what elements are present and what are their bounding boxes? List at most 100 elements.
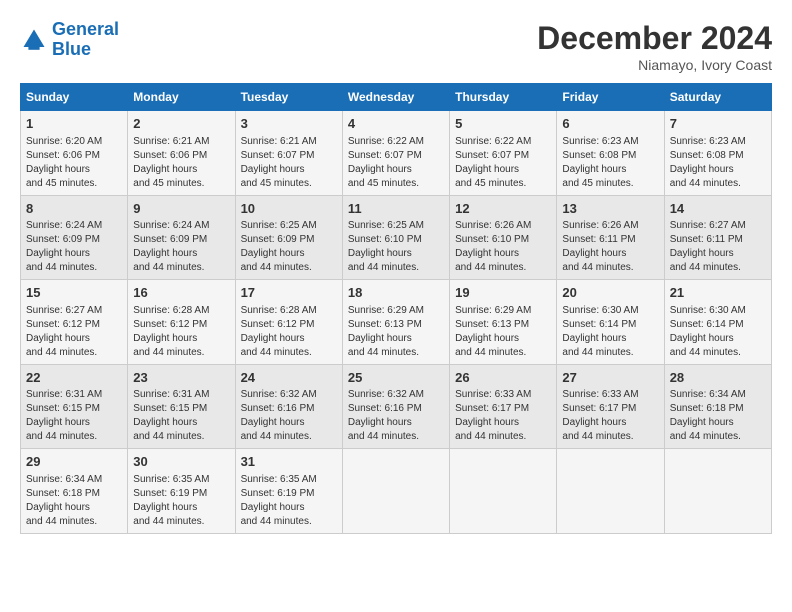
day-number: 29 bbox=[26, 453, 122, 471]
calendar-cell: 15 Sunrise: 6:27 AM Sunset: 6:12 PM Dayl… bbox=[21, 280, 128, 365]
day-number: 26 bbox=[455, 369, 551, 387]
calendar-cell: 19 Sunrise: 6:29 AM Sunset: 6:13 PM Dayl… bbox=[450, 280, 557, 365]
day-content: Sunrise: 6:23 AM Sunset: 6:08 PM Dayligh… bbox=[562, 135, 658, 191]
calendar-cell: 25 Sunrise: 6:32 AM Sunset: 6:16 PM Dayl… bbox=[342, 364, 449, 449]
day-content: Sunrise: 6:35 AM Sunset: 6:19 PM Dayligh… bbox=[241, 473, 337, 529]
day-content: Sunrise: 6:28 AM Sunset: 6:12 PM Dayligh… bbox=[241, 304, 337, 360]
calendar-cell: 31 Sunrise: 6:35 AM Sunset: 6:19 PM Dayl… bbox=[235, 449, 342, 534]
day-number: 11 bbox=[348, 200, 444, 218]
calendar-week-row: 29 Sunrise: 6:34 AM Sunset: 6:18 PM Dayl… bbox=[21, 449, 772, 534]
calendar-cell: 14 Sunrise: 6:27 AM Sunset: 6:11 PM Dayl… bbox=[664, 195, 771, 280]
calendar-cell: 6 Sunrise: 6:23 AM Sunset: 6:08 PM Dayli… bbox=[557, 111, 664, 196]
day-content: Sunrise: 6:25 AM Sunset: 6:09 PM Dayligh… bbox=[241, 219, 337, 275]
calendar-header-row: SundayMondayTuesdayWednesdayThursdayFrid… bbox=[21, 84, 772, 111]
calendar-table: SundayMondayTuesdayWednesdayThursdayFrid… bbox=[20, 83, 772, 534]
day-number: 3 bbox=[241, 115, 337, 133]
calendar-cell bbox=[450, 449, 557, 534]
day-content: Sunrise: 6:26 AM Sunset: 6:10 PM Dayligh… bbox=[455, 219, 551, 275]
calendar-cell: 7 Sunrise: 6:23 AM Sunset: 6:08 PM Dayli… bbox=[664, 111, 771, 196]
weekday-header: Friday bbox=[557, 84, 664, 111]
day-number: 24 bbox=[241, 369, 337, 387]
weekday-header: Sunday bbox=[21, 84, 128, 111]
day-number: 8 bbox=[26, 200, 122, 218]
day-content: Sunrise: 6:22 AM Sunset: 6:07 PM Dayligh… bbox=[348, 135, 444, 191]
day-content: Sunrise: 6:30 AM Sunset: 6:14 PM Dayligh… bbox=[670, 304, 766, 360]
calendar-cell: 26 Sunrise: 6:33 AM Sunset: 6:17 PM Dayl… bbox=[450, 364, 557, 449]
day-content: Sunrise: 6:27 AM Sunset: 6:12 PM Dayligh… bbox=[26, 304, 122, 360]
day-content: Sunrise: 6:34 AM Sunset: 6:18 PM Dayligh… bbox=[670, 388, 766, 444]
calendar-cell: 24 Sunrise: 6:32 AM Sunset: 6:16 PM Dayl… bbox=[235, 364, 342, 449]
day-content: Sunrise: 6:24 AM Sunset: 6:09 PM Dayligh… bbox=[133, 219, 229, 275]
day-number: 4 bbox=[348, 115, 444, 133]
day-number: 1 bbox=[26, 115, 122, 133]
calendar-cell: 9 Sunrise: 6:24 AM Sunset: 6:09 PM Dayli… bbox=[128, 195, 235, 280]
calendar-cell: 20 Sunrise: 6:30 AM Sunset: 6:14 PM Dayl… bbox=[557, 280, 664, 365]
day-number: 25 bbox=[348, 369, 444, 387]
day-content: Sunrise: 6:33 AM Sunset: 6:17 PM Dayligh… bbox=[562, 388, 658, 444]
calendar-cell: 12 Sunrise: 6:26 AM Sunset: 6:10 PM Dayl… bbox=[450, 195, 557, 280]
day-number: 17 bbox=[241, 284, 337, 302]
weekday-header: Tuesday bbox=[235, 84, 342, 111]
calendar-cell: 21 Sunrise: 6:30 AM Sunset: 6:14 PM Dayl… bbox=[664, 280, 771, 365]
calendar-cell: 30 Sunrise: 6:35 AM Sunset: 6:19 PM Dayl… bbox=[128, 449, 235, 534]
calendar-cell: 4 Sunrise: 6:22 AM Sunset: 6:07 PM Dayli… bbox=[342, 111, 449, 196]
calendar-cell: 11 Sunrise: 6:25 AM Sunset: 6:10 PM Dayl… bbox=[342, 195, 449, 280]
day-number: 27 bbox=[562, 369, 658, 387]
calendar-cell: 27 Sunrise: 6:33 AM Sunset: 6:17 PM Dayl… bbox=[557, 364, 664, 449]
page-header: General Blue December 2024 Niamayo, Ivor… bbox=[20, 20, 772, 73]
location-subtitle: Niamayo, Ivory Coast bbox=[537, 57, 772, 73]
day-number: 23 bbox=[133, 369, 229, 387]
day-number: 14 bbox=[670, 200, 766, 218]
calendar-cell: 29 Sunrise: 6:34 AM Sunset: 6:18 PM Dayl… bbox=[21, 449, 128, 534]
day-number: 2 bbox=[133, 115, 229, 133]
day-content: Sunrise: 6:20 AM Sunset: 6:06 PM Dayligh… bbox=[26, 135, 122, 191]
weekday-header: Wednesday bbox=[342, 84, 449, 111]
logo-line1: General bbox=[52, 19, 119, 39]
calendar-cell: 23 Sunrise: 6:31 AM Sunset: 6:15 PM Dayl… bbox=[128, 364, 235, 449]
day-content: Sunrise: 6:21 AM Sunset: 6:07 PM Dayligh… bbox=[241, 135, 337, 191]
calendar-week-row: 1 Sunrise: 6:20 AM Sunset: 6:06 PM Dayli… bbox=[21, 111, 772, 196]
day-number: 30 bbox=[133, 453, 229, 471]
day-content: Sunrise: 6:33 AM Sunset: 6:17 PM Dayligh… bbox=[455, 388, 551, 444]
day-content: Sunrise: 6:34 AM Sunset: 6:18 PM Dayligh… bbox=[26, 473, 122, 529]
day-content: Sunrise: 6:27 AM Sunset: 6:11 PM Dayligh… bbox=[670, 219, 766, 275]
day-number: 13 bbox=[562, 200, 658, 218]
day-number: 19 bbox=[455, 284, 551, 302]
day-number: 22 bbox=[26, 369, 122, 387]
day-content: Sunrise: 6:23 AM Sunset: 6:08 PM Dayligh… bbox=[670, 135, 766, 191]
day-content: Sunrise: 6:31 AM Sunset: 6:15 PM Dayligh… bbox=[26, 388, 122, 444]
logo: General Blue bbox=[20, 20, 119, 60]
weekday-header: Thursday bbox=[450, 84, 557, 111]
day-number: 7 bbox=[670, 115, 766, 133]
day-content: Sunrise: 6:28 AM Sunset: 6:12 PM Dayligh… bbox=[133, 304, 229, 360]
day-content: Sunrise: 6:21 AM Sunset: 6:06 PM Dayligh… bbox=[133, 135, 229, 191]
day-content: Sunrise: 6:32 AM Sunset: 6:16 PM Dayligh… bbox=[241, 388, 337, 444]
day-number: 20 bbox=[562, 284, 658, 302]
day-number: 16 bbox=[133, 284, 229, 302]
day-content: Sunrise: 6:24 AM Sunset: 6:09 PM Dayligh… bbox=[26, 219, 122, 275]
day-number: 12 bbox=[455, 200, 551, 218]
day-number: 6 bbox=[562, 115, 658, 133]
calendar-cell: 22 Sunrise: 6:31 AM Sunset: 6:15 PM Dayl… bbox=[21, 364, 128, 449]
day-number: 9 bbox=[133, 200, 229, 218]
day-content: Sunrise: 6:35 AM Sunset: 6:19 PM Dayligh… bbox=[133, 473, 229, 529]
day-number: 18 bbox=[348, 284, 444, 302]
day-number: 5 bbox=[455, 115, 551, 133]
calendar-cell: 5 Sunrise: 6:22 AM Sunset: 6:07 PM Dayli… bbox=[450, 111, 557, 196]
day-content: Sunrise: 6:32 AM Sunset: 6:16 PM Dayligh… bbox=[348, 388, 444, 444]
day-content: Sunrise: 6:22 AM Sunset: 6:07 PM Dayligh… bbox=[455, 135, 551, 191]
weekday-header: Saturday bbox=[664, 84, 771, 111]
calendar-cell: 18 Sunrise: 6:29 AM Sunset: 6:13 PM Dayl… bbox=[342, 280, 449, 365]
calendar-cell: 16 Sunrise: 6:28 AM Sunset: 6:12 PM Dayl… bbox=[128, 280, 235, 365]
day-number: 21 bbox=[670, 284, 766, 302]
calendar-week-row: 22 Sunrise: 6:31 AM Sunset: 6:15 PM Dayl… bbox=[21, 364, 772, 449]
day-number: 10 bbox=[241, 200, 337, 218]
calendar-cell bbox=[342, 449, 449, 534]
logo-line2: Blue bbox=[52, 39, 91, 59]
calendar-cell: 13 Sunrise: 6:26 AM Sunset: 6:11 PM Dayl… bbox=[557, 195, 664, 280]
calendar-cell: 8 Sunrise: 6:24 AM Sunset: 6:09 PM Dayli… bbox=[21, 195, 128, 280]
title-block: December 2024 Niamayo, Ivory Coast bbox=[537, 20, 772, 73]
calendar-cell bbox=[557, 449, 664, 534]
month-title: December 2024 bbox=[537, 20, 772, 57]
calendar-week-row: 15 Sunrise: 6:27 AM Sunset: 6:12 PM Dayl… bbox=[21, 280, 772, 365]
